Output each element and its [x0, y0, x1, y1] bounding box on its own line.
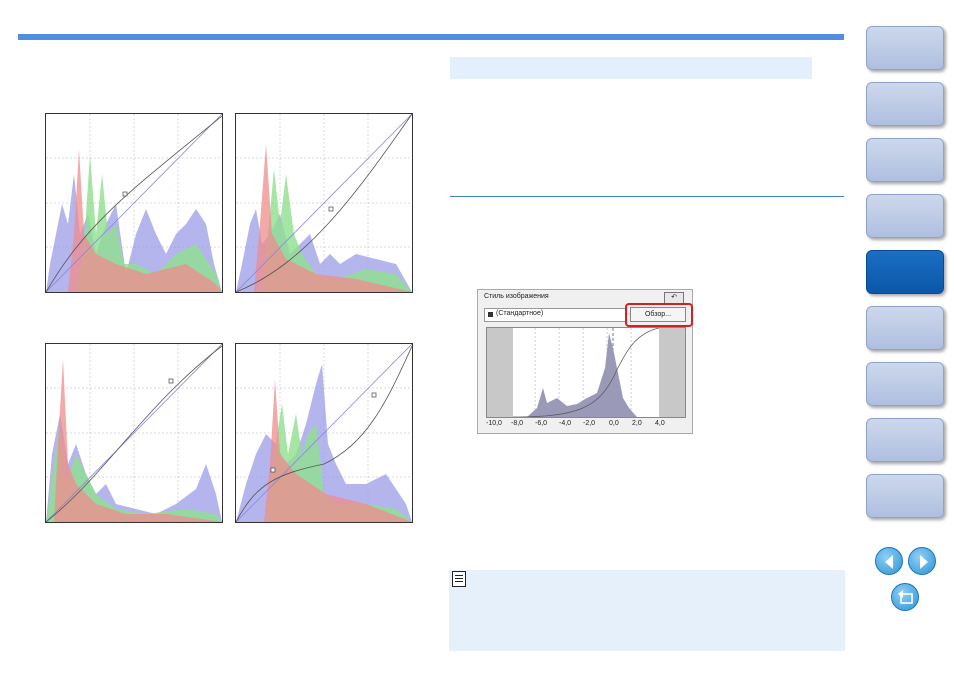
axis-tick: -10,0 [486, 420, 502, 427]
tone-curve-figure-4 [235, 343, 413, 523]
axis-tick: -2,0 [583, 420, 596, 427]
section-heading-bar [450, 57, 812, 79]
axis-tick: -4,0 [559, 420, 572, 427]
axis-tick: -6,0 [535, 420, 548, 427]
reset-icon: ↶ [671, 294, 677, 301]
prev-page-icon [885, 555, 893, 569]
picture-style-value: (Стандартное) [496, 310, 544, 317]
nav-button-2[interactable] [866, 82, 944, 126]
next-page-button[interactable] [908, 547, 936, 575]
panel-title: Стиль изображения [484, 293, 549, 300]
tone-curve-figure-3 [45, 343, 223, 523]
nav-button-3[interactable] [866, 138, 944, 182]
tone-curve-figure-1 [45, 113, 223, 293]
panel-histogram [486, 327, 686, 418]
nav-button-9[interactable] [866, 474, 944, 518]
axis-tick: 2,0 [632, 420, 642, 427]
note-icon [452, 571, 466, 587]
top-accent-bar [18, 34, 844, 40]
axis-tick: 4,0 [655, 420, 665, 427]
tone-curve-figure-2 [235, 113, 413, 293]
axis-tick: 0,0 [609, 420, 619, 427]
nav-button-4[interactable] [866, 194, 944, 238]
note-box [449, 570, 845, 651]
histogram-axis: -10,0 -8,0 -6,0 -4,0 -2,0 0,0 2,0 4,0 [478, 420, 692, 430]
nav-button-8[interactable] [866, 418, 944, 462]
axis-tick: -8,0 [511, 420, 524, 427]
return-button[interactable] [891, 583, 919, 611]
prev-page-button[interactable] [875, 547, 903, 575]
picture-style-dropdown[interactable]: (Стандартное) ▾ [484, 308, 633, 322]
browse-button-highlight [625, 303, 693, 327]
nav-button-6[interactable] [866, 306, 944, 350]
nav-button-1[interactable] [866, 26, 944, 70]
return-icon [898, 590, 913, 604]
nav-button-5-active[interactable] [866, 250, 944, 294]
next-page-icon [920, 555, 928, 569]
picture-style-panel: Стиль изображения ↶ (Стандартное) ▾ Обзо… [477, 289, 693, 434]
divider-line [450, 196, 844, 197]
nav-button-7[interactable] [866, 362, 944, 406]
lock-icon [488, 312, 493, 317]
